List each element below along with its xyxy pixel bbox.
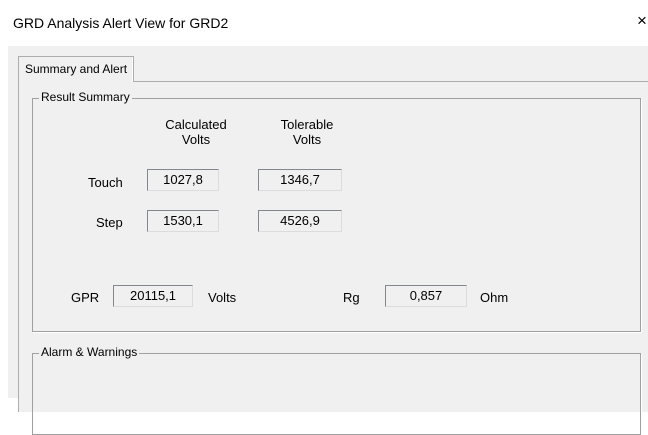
dialog-client-area: Summary and Alert Result Summary Calcula… bbox=[8, 46, 648, 435]
window-title: GRD Analysis Alert View for GRD2 bbox=[13, 15, 229, 31]
tolerable-volts-header: Tolerable Volts bbox=[280, 117, 334, 147]
rg-value-field[interactable]: 0,857 bbox=[385, 285, 467, 307]
step-label: Step bbox=[96, 215, 123, 230]
alarm-warnings-group: Alarm & Warnings bbox=[32, 345, 641, 435]
gpr-value-field[interactable]: 20115,1 bbox=[113, 285, 193, 307]
step-calculated-field[interactable]: 1530,1 bbox=[147, 210, 219, 232]
touch-label: Touch bbox=[88, 175, 123, 190]
touch-tolerable-field[interactable]: 1346,7 bbox=[258, 169, 342, 191]
title-bar: GRD Analysis Alert View for GRD2 × bbox=[0, 0, 648, 46]
calculated-volts-header: Calculated Volts bbox=[165, 117, 227, 147]
result-summary-group: Result Summary Calculated Volts Tolerabl… bbox=[32, 90, 641, 332]
step-tolerable-field[interactable]: 4526,9 bbox=[258, 210, 342, 232]
rg-label: Rg bbox=[343, 290, 360, 305]
alarm-warnings-title: Alarm & Warnings bbox=[39, 345, 140, 360]
close-icon[interactable]: × bbox=[637, 12, 647, 29]
gpr-unit-label: Volts bbox=[208, 290, 237, 305]
gpr-label: GPR bbox=[71, 290, 100, 305]
result-summary-title: Result Summary bbox=[39, 90, 132, 105]
tab-summary-and-alert[interactable]: Summary and Alert bbox=[18, 56, 135, 82]
touch-calculated-field[interactable]: 1027,8 bbox=[147, 169, 219, 191]
tab-panel: Result Summary Calculated Volts Tolerabl… bbox=[18, 81, 648, 435]
rg-unit-label: Ohm bbox=[480, 290, 509, 305]
